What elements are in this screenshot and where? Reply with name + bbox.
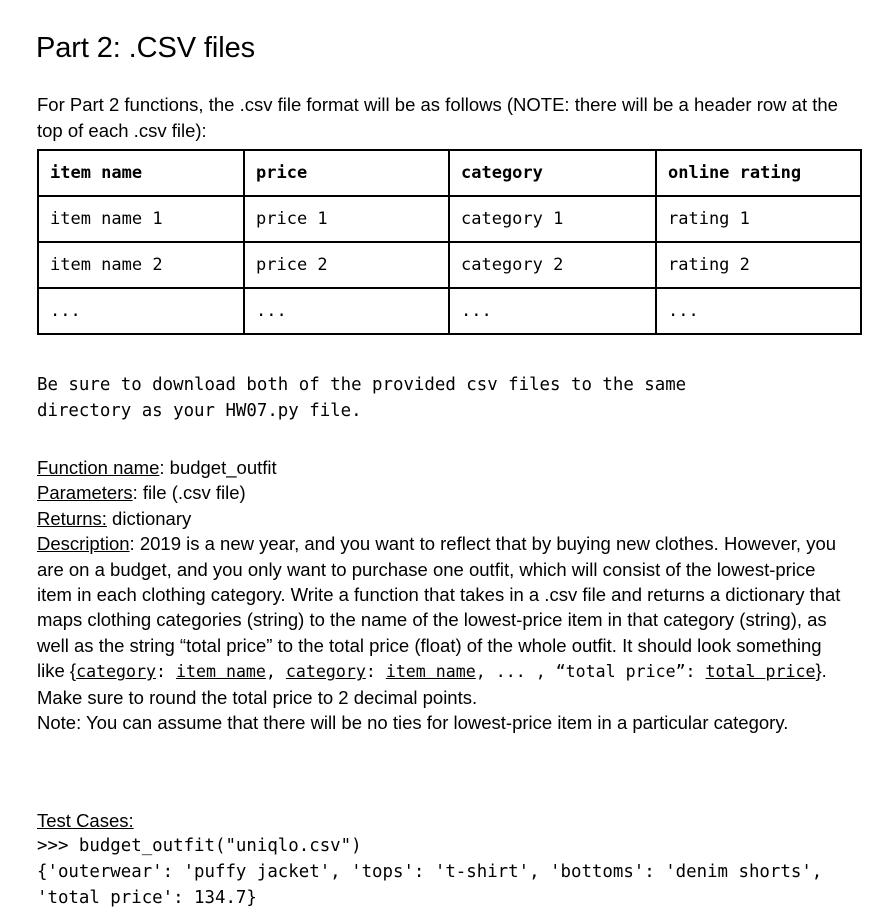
code-comma-1: ,: [265, 662, 286, 682]
download-note: Be sure to download both of the provided…: [37, 375, 687, 422]
code-item-name-2: item name: [385, 662, 476, 682]
table-header-cell-item-name: item name: [37, 149, 245, 197]
table-header-cell-category: category: [448, 149, 657, 197]
spec-parameters-value: : file (.csv file): [132, 482, 246, 504]
code-ellipsis: , ... ,: [475, 662, 556, 682]
table-cell: category 1: [448, 195, 657, 243]
table-cell: price 1: [243, 195, 450, 243]
spec-note-line: Note: You can assume that there will be …: [37, 712, 789, 734]
table-header-row: item name price category online rating: [37, 149, 862, 197]
spec-function-name-label: Function name: [37, 457, 160, 478]
table-row: ... ... ... ...: [37, 287, 862, 335]
table-cell: ...: [243, 287, 450, 335]
table-row: item name 1 price 1 category 1 rating 1: [37, 195, 862, 243]
spec-function-name-line: Function name: budget_outfit: [37, 455, 852, 480]
document-page: Part 2: .CSV files For Part 2 functions,…: [0, 0, 874, 914]
code-colon-2: :: [365, 662, 386, 682]
test-cases-label-text: Test Cases:: [37, 810, 134, 831]
code-category-1: category: [76, 662, 157, 682]
table-row: item name 2 price 2 category 2 rating 2: [37, 241, 862, 289]
test-case-output-line: {'outerwear': 'puffy jacket', 'tops': 't…: [37, 862, 833, 908]
test-cases-label: Test Cases:: [37, 808, 852, 833]
table-cell: ...: [655, 287, 862, 335]
spec-returns-line: Returns: dictionary: [37, 506, 852, 531]
table-header-cell-online-rating: online rating: [655, 149, 862, 197]
spec-parameters-label: Parameters: [37, 482, 133, 504]
intro-paragraph: For Part 2 functions, the .csv file form…: [37, 93, 838, 141]
table-cell: rating 1: [655, 195, 862, 243]
code-total-price-key: “total price”:: [555, 662, 706, 682]
spec-description-part1: : 2019 is a new year, and you want to re…: [37, 533, 841, 682]
spec-description-label: Description: [37, 533, 130, 555]
spec-returns-value: dictionary: [106, 507, 192, 529]
code-item-name-1: item name: [176, 662, 266, 682]
code-category-2: category: [285, 662, 366, 682]
table-cell: price 2: [243, 241, 450, 289]
table-cell: ...: [448, 287, 657, 335]
table-cell: rating 2: [655, 241, 862, 289]
table-cell: item name 2: [37, 241, 245, 289]
table-cell: category 2: [448, 241, 657, 289]
table-cell: ...: [37, 287, 245, 335]
table-header-cell-price: price: [243, 149, 450, 197]
spec-returns-label: Returns:: [37, 507, 107, 529]
spec-parameters-line: Parameters: file (.csv file): [37, 480, 852, 505]
spec-function-name-value: : budget_outfit: [159, 457, 277, 478]
test-case-prompt-line: >>> budget_outfit("uniqlo.csv"): [37, 836, 362, 856]
table-cell: item name 1: [37, 195, 245, 243]
code-total-price-value: total price: [705, 662, 816, 682]
page-title: Part 2: .CSV files: [36, 32, 255, 65]
test-cases-section: Test Cases: >>> budget_outfit("uniqlo.cs…: [37, 808, 852, 911]
spec-description-line: Description: 2019 is a new year, and you…: [37, 531, 852, 710]
csv-format-table: item name price category online rating i…: [37, 149, 862, 335]
function-specification: Function name: budget_outfit Parameters:…: [37, 455, 852, 735]
code-colon-1: :: [156, 662, 176, 682]
